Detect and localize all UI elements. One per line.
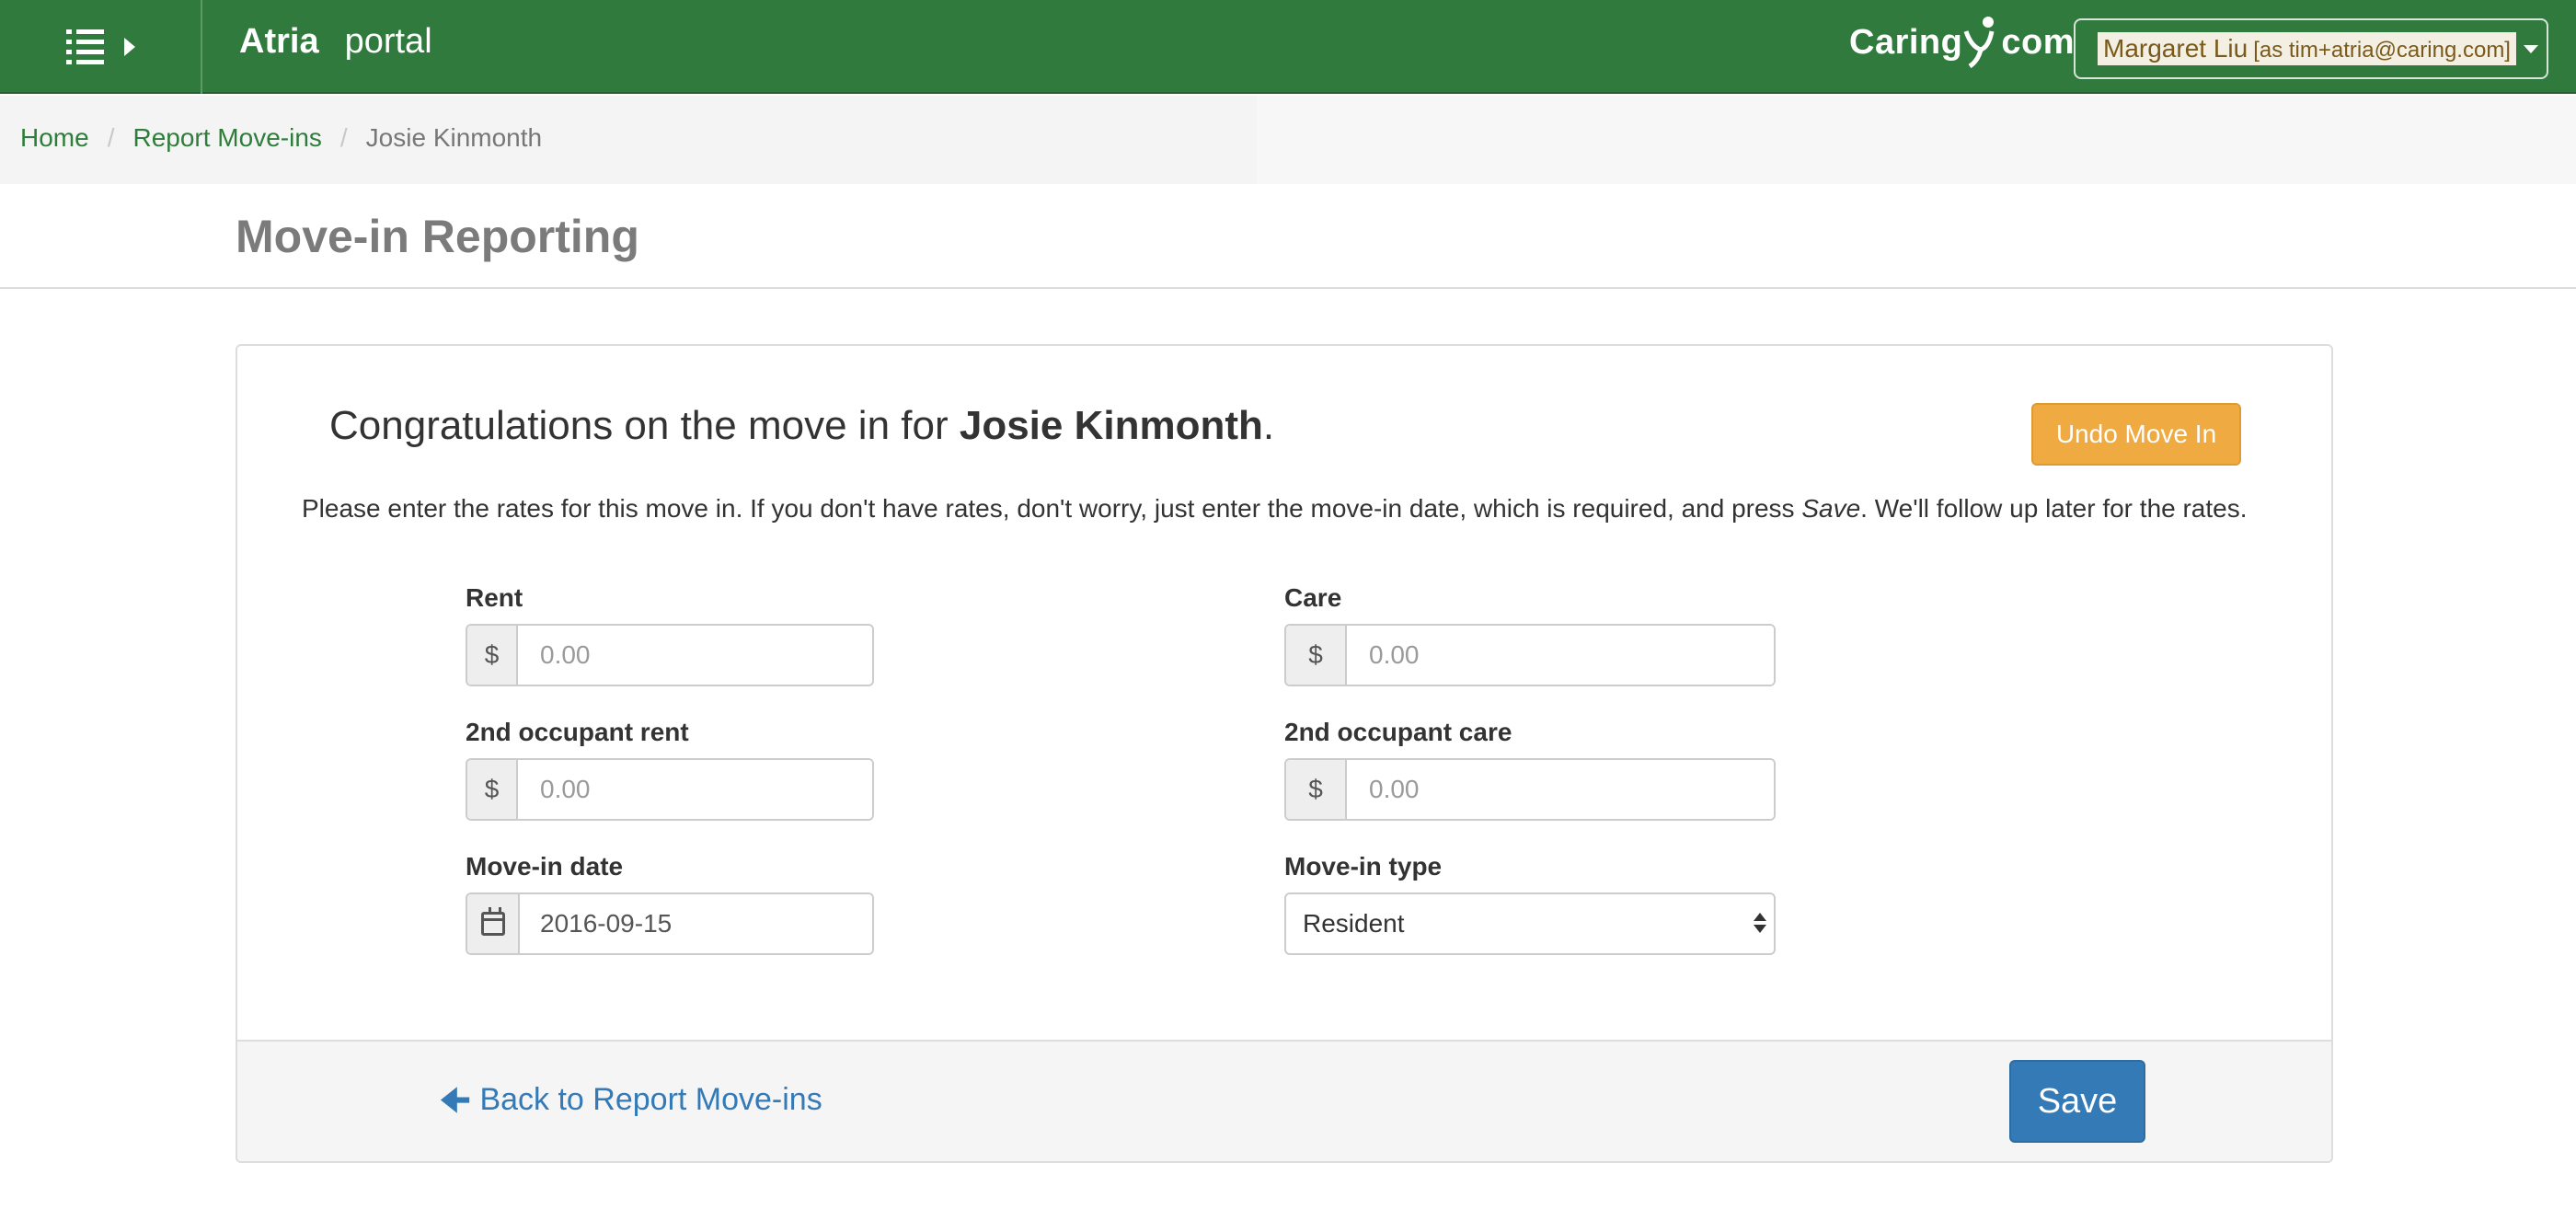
move-in-date-input-group [466, 892, 874, 955]
second-occupant-rent-label: 2nd occupant rent [466, 718, 689, 746]
logo-figure-icon [1963, 17, 1995, 69]
list-icon [65, 29, 104, 64]
caring-logo: Caring com [1849, 15, 2075, 70]
second-occupant-care-input[interactable] [1347, 760, 1774, 819]
move-in-date-label: Move-in date [466, 852, 624, 881]
logo-text-left: Caring [1849, 22, 1963, 62]
back-link-label: Back to Report Move-ins [479, 1082, 822, 1117]
back-link[interactable]: 🠈 Back to Report Move-ins [440, 1082, 822, 1118]
rent-input[interactable] [518, 626, 872, 685]
resident-name: Josie Kinmonth [959, 403, 1263, 448]
brand[interactable]: Atria portal [239, 22, 432, 62]
brand-name: Atria [239, 22, 319, 61]
breadcrumb-home[interactable]: Home [20, 123, 89, 153]
care-input[interactable] [1347, 626, 1774, 685]
care-input-group: $ [1284, 624, 1776, 686]
brand-suffix: portal [344, 22, 432, 61]
caret-down-icon [2523, 44, 2538, 53]
save-button[interactable]: Save [2009, 1060, 2145, 1143]
breadcrumb-separator: / [107, 123, 115, 152]
move-in-card: Congratulations on the move in for Josie… [236, 344, 2333, 1163]
rent-label: Rent [466, 583, 523, 612]
user-dropdown[interactable]: Margaret Liu [as tim+atria@caring.com] [2074, 18, 2548, 79]
congrats-suffix: . [1262, 403, 1275, 448]
move-in-type-label: Move-in type [1284, 852, 1443, 881]
second-occupant-care-label: 2nd occupant care [1284, 718, 1512, 746]
undo-move-in-button[interactable]: Undo Move In [2031, 403, 2241, 466]
calendar-addon[interactable] [467, 894, 520, 953]
caret-right-icon [123, 38, 135, 56]
user-selected: Margaret Liu [as tim+atria@caring.com] [2098, 32, 2516, 65]
user-impersonation: [as tim+atria@caring.com] [2253, 38, 2511, 63]
user-name: Margaret Liu [2103, 34, 2248, 63]
second-occupant-care-input-group: $ [1284, 758, 1776, 821]
card-footer: 🠈 Back to Report Move-ins Save [237, 1040, 2331, 1161]
intro-save-word: Save [1801, 494, 1861, 523]
currency-addon: $ [467, 760, 518, 819]
breadcrumb-separator: / [339, 123, 348, 152]
page-title: Move-in Reporting [236, 211, 639, 262]
intro-text: Please enter the rates for this move in.… [302, 491, 2252, 526]
congrats-prefix: Congratulations on the move in for [329, 403, 960, 448]
currency-addon: $ [1286, 760, 1347, 819]
rent-input-group: $ [466, 624, 874, 686]
breadcrumb-report-move-ins[interactable]: Report Move-ins [132, 123, 321, 153]
currency-addon: $ [467, 626, 518, 685]
care-label: Care [1284, 583, 1342, 612]
calendar-icon [480, 907, 505, 936]
second-occupant-rent-input[interactable] [518, 760, 872, 819]
breadcrumb: Home / Report Move-ins / Josie Kinmonth [20, 123, 542, 153]
currency-addon: $ [1286, 626, 1347, 685]
logo-text-right: com [2001, 22, 2075, 62]
title-divider [0, 287, 2576, 289]
breadcrumb-bar: Home / Report Move-ins / Josie Kinmonth [0, 96, 2576, 184]
congrats-heading: Congratulations on the move in for Josie… [329, 403, 1274, 449]
arrow-left-icon: 🠈 [440, 1080, 471, 1119]
move-in-type-select[interactable]: Resident [1284, 892, 1776, 955]
second-occupant-rent-input-group: $ [466, 758, 874, 821]
intro-part-2: . We'll follow up later for the rates. [1860, 494, 2248, 523]
move-in-date-input[interactable] [520, 894, 872, 953]
breadcrumb-current: Josie Kinmonth [365, 123, 543, 152]
move-in-type-value: Resident [1303, 909, 1405, 938]
sidebar-toggle-button[interactable] [0, 0, 202, 94]
top-navbar: Atria portal Caring com Margaret Liu [as… [0, 0, 2576, 94]
intro-part-1: Please enter the rates for this move in.… [302, 494, 1802, 523]
select-arrows-icon [1754, 913, 1766, 933]
